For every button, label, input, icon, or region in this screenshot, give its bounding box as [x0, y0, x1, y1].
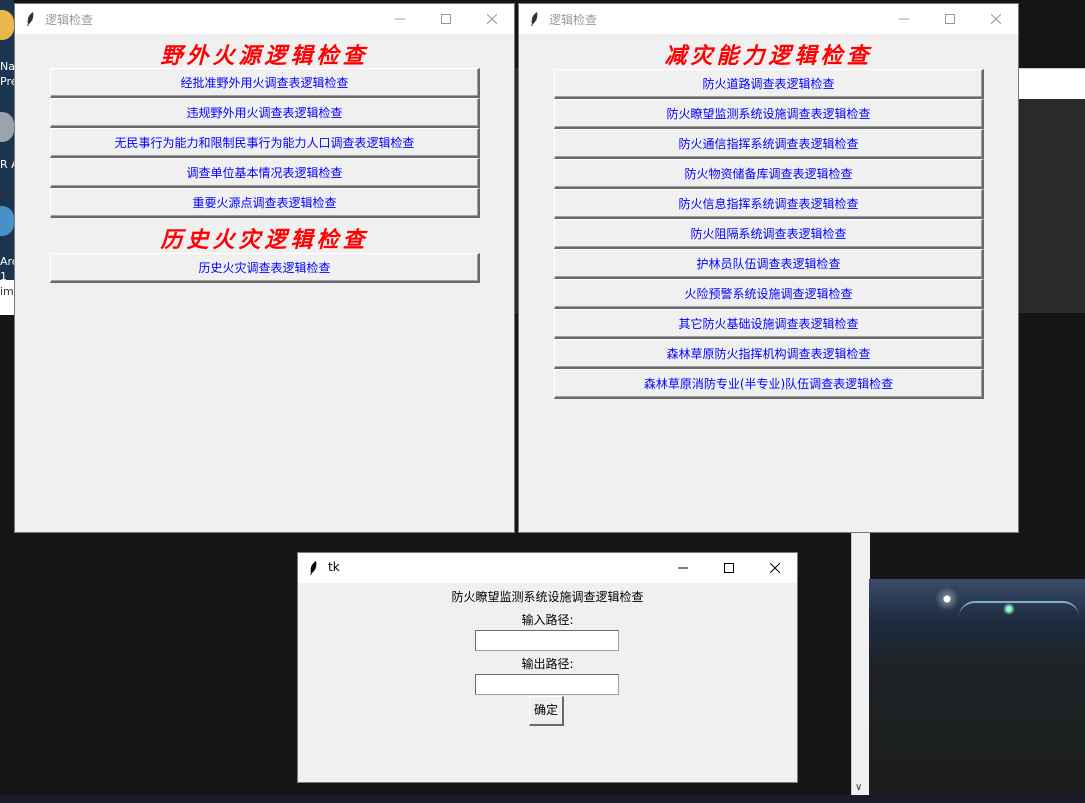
desktop-shortcut-label: Pre — [0, 75, 14, 88]
check-button[interactable]: 火险预警系统设施调查逻辑检查 — [554, 279, 984, 309]
check-button[interactable]: 防火物资储备库调查表逻辑检查 — [554, 159, 984, 189]
check-button[interactable]: 经批准野外用火调查表逻辑检查 — [50, 68, 480, 98]
check-button[interactable]: 防火瞭望监测系统设施调查表逻辑检查 — [554, 99, 984, 129]
check-button[interactable]: 防火信息指挥系统调查表逻辑检查 — [554, 189, 984, 219]
dialog-heading: 防火瞭望监测系统设施调查逻辑检查 — [451, 590, 644, 604]
maximize-button[interactable] — [927, 4, 973, 34]
check-button[interactable]: 其它防火基础设施调查表逻辑检查 — [554, 309, 984, 339]
check-button[interactable]: 历史火灾调查表逻辑检查 — [50, 253, 480, 283]
check-button[interactable]: 护林员队伍调查表逻辑检查 — [554, 249, 984, 279]
maximize-icon — [724, 563, 734, 573]
close-button[interactable] — [973, 4, 1019, 34]
maximize-icon — [945, 14, 955, 24]
output-path-label: 输出路径: — [521, 657, 574, 671]
check-button[interactable]: 森林草原防火指挥机构调查表逻辑检查 — [554, 339, 984, 369]
check-button[interactable]: 调查单位基本情况表逻辑检查 — [50, 158, 480, 188]
window-title: 逻辑检查 — [45, 13, 94, 27]
check-button[interactable]: 防火通信指挥系统调查表逻辑检查 — [554, 129, 984, 159]
check-button[interactable]: 重要火源点调查表逻辑检查 — [50, 188, 480, 218]
feather-icon — [531, 12, 538, 26]
minimize-button[interactable] — [377, 4, 423, 34]
confirm-button[interactable]: 确定 — [529, 696, 564, 726]
check-button[interactable]: 防火道路调查表逻辑检查 — [554, 69, 984, 99]
input-path-field[interactable] — [475, 630, 619, 651]
window-title: 逻辑检查 — [549, 13, 598, 27]
input-path-label: 输入路径: — [521, 613, 574, 627]
close-icon — [487, 14, 497, 24]
close-button[interactable] — [469, 4, 515, 34]
path-input-dialog: tk 防火瞭望监测系统设施调查逻辑检查 输入路径: 输出路径: 确定 — [297, 552, 798, 783]
close-button[interactable] — [752, 553, 798, 583]
section-heading-wild-fire: 野外火源逻辑检查 — [160, 43, 369, 69]
background-window-edge: im — [0, 280, 14, 315]
window-title: tk — [328, 560, 340, 574]
minimize-icon — [899, 18, 909, 20]
feather-icon — [27, 12, 34, 26]
background-window-strip — [1019, 68, 1085, 99]
wallpaper-image — [869, 579, 1085, 795]
logic-check-window-right: 逻辑检查 减灾能力逻辑检查 防火道路调查表逻辑检查 防火瞭望监测系统设施调查表逻… — [518, 3, 1019, 533]
maximize-button[interactable] — [706, 553, 752, 583]
check-button[interactable]: 防火阻隔系统调查表逻辑检查 — [554, 219, 984, 249]
taskbar — [0, 795, 1085, 803]
maximize-button[interactable] — [423, 4, 469, 34]
minimize-button[interactable] — [660, 553, 706, 583]
desktop-shortcut-label: R A — [0, 158, 14, 171]
section-heading-history-fire: 历史火灾逻辑检查 — [160, 227, 369, 253]
minimize-button[interactable] — [881, 4, 927, 34]
chevron-down-icon[interactable]: ∨ — [855, 782, 862, 793]
check-button[interactable]: 违规野外用火调查表逻辑检查 — [50, 98, 480, 128]
desktop-shortcut-label: Na — [0, 60, 14, 73]
check-button[interactable]: 无民事行为能力和限制民事行为能力人口调查表逻辑检查 — [50, 128, 480, 158]
background-scrollbar[interactable]: ∨ — [851, 533, 870, 795]
maximize-icon — [441, 14, 451, 24]
background-window-text: im — [0, 285, 14, 298]
feather-icon — [310, 561, 317, 575]
minimize-icon — [678, 567, 688, 569]
section-heading-disaster-reduction: 减灾能力逻辑检查 — [664, 43, 873, 69]
title-bar[interactable]: tk — [298, 553, 797, 583]
title-bar[interactable]: 逻辑检查 — [15, 4, 514, 34]
close-icon — [770, 563, 780, 573]
logic-check-window-left: 逻辑检查 野外火源逻辑检查 经批准野外用火调查表逻辑检查 违规野外用火调查表逻辑… — [14, 3, 515, 533]
close-icon — [991, 14, 1001, 24]
title-bar[interactable]: 逻辑检查 — [519, 4, 1018, 34]
desktop-shortcut-label: Arc — [0, 255, 14, 268]
minimize-icon — [395, 18, 405, 20]
check-button[interactable]: 森林草原消防专业(半专业)队伍调查表逻辑检查 — [554, 369, 984, 399]
output-path-field[interactable] — [475, 674, 619, 695]
